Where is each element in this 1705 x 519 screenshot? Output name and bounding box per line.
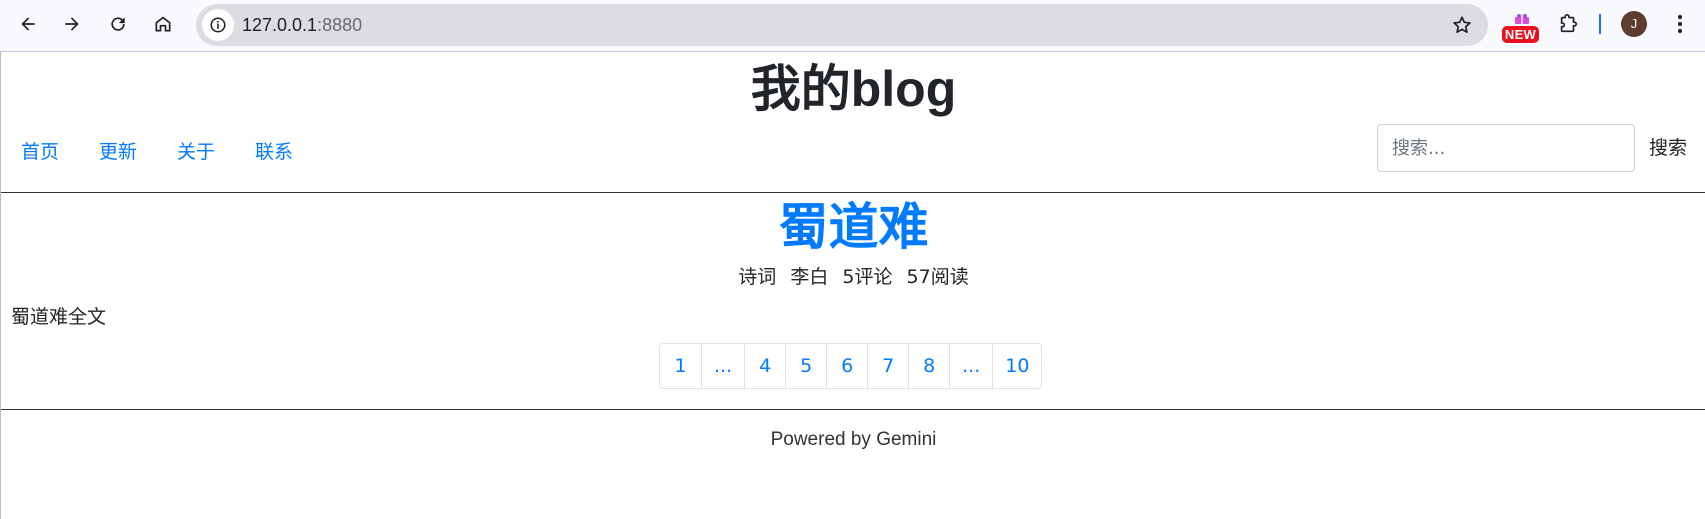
article-excerpt: 蜀道难全文 xyxy=(11,306,107,328)
page-link-1[interactable]: 1 xyxy=(660,344,701,388)
menu-dot-icon xyxy=(1678,15,1682,19)
article-comments: 5评论 xyxy=(842,266,893,288)
page-content: 我的blog 首页 更新 关于 联系 搜索 蜀道难 诗词 李白 5评论 57阅读… xyxy=(0,52,1705,519)
forward-arrow-icon xyxy=(65,17,79,31)
browser-toolbar: 127.0.0.1:8880 NEW J xyxy=(0,0,1705,52)
profile-avatar[interactable]: J xyxy=(1621,11,1647,37)
reload-icon xyxy=(111,17,125,31)
gift-icon xyxy=(1515,14,1529,24)
forward-button[interactable] xyxy=(54,6,90,42)
page-link-4[interactable]: 4 xyxy=(744,344,785,388)
search-input[interactable] xyxy=(1377,124,1635,172)
page-link-ellipsis[interactable]: ... xyxy=(949,344,992,388)
url-host: 127.0.0.1 xyxy=(242,15,318,35)
bookmark-button[interactable] xyxy=(1450,13,1474,37)
url-text[interactable]: 127.0.0.1:8880 xyxy=(242,4,362,46)
home-button[interactable] xyxy=(145,6,181,42)
article-title-link[interactable]: 蜀道难 xyxy=(779,198,929,256)
nav-link-about[interactable]: 关于 xyxy=(177,136,215,168)
page-link-ellipsis[interactable]: ... xyxy=(701,344,744,388)
address-bar[interactable]: 127.0.0.1:8880 xyxy=(196,4,1488,46)
info-icon xyxy=(210,17,226,33)
back-button[interactable] xyxy=(10,6,46,42)
page-link-10[interactable]: 10 xyxy=(992,344,1041,388)
main-nav: 首页 更新 关于 联系 xyxy=(21,136,293,168)
extension-new-button[interactable]: NEW xyxy=(1502,14,1540,43)
article-author: 李白 xyxy=(790,266,829,288)
pagination: 1 ... 4 5 6 7 8 ... 10 xyxy=(659,343,1043,389)
article-title: 蜀道难 xyxy=(1,194,1705,260)
page-link-7[interactable]: 7 xyxy=(867,344,908,388)
article-meta: 诗词 李白 5评论 57阅读 xyxy=(1,264,1705,290)
toolbar-divider xyxy=(1599,14,1601,34)
nav-link-updates[interactable]: 更新 xyxy=(99,136,137,168)
nav-link-contact[interactable]: 联系 xyxy=(255,136,293,168)
browser-menu-button[interactable] xyxy=(1670,10,1690,38)
page-link-5[interactable]: 5 xyxy=(785,344,826,388)
article-views: 57阅读 xyxy=(906,266,969,288)
star-icon xyxy=(1453,16,1471,33)
menu-dot-icon xyxy=(1678,29,1682,33)
puzzle-icon xyxy=(1560,14,1578,33)
article-category: 诗词 xyxy=(738,266,777,288)
new-badge: NEW xyxy=(1502,26,1539,43)
reload-button[interactable] xyxy=(100,6,136,42)
home-icon xyxy=(155,16,171,32)
extensions-button[interactable] xyxy=(1554,10,1582,38)
footer-divider xyxy=(1,409,1705,410)
search-button[interactable]: 搜索 xyxy=(1649,132,1687,164)
site-info-button[interactable] xyxy=(202,9,234,41)
header-divider xyxy=(1,192,1705,193)
menu-dot-icon xyxy=(1678,22,1682,26)
page-link-6[interactable]: 6 xyxy=(826,344,867,388)
site-title: 我的blog xyxy=(750,61,957,117)
back-arrow-icon xyxy=(21,17,35,31)
footer-text: Powered by Gemini xyxy=(770,429,937,450)
page-link-8[interactable]: 8 xyxy=(908,344,949,388)
url-port: :8880 xyxy=(317,15,363,35)
nav-link-home[interactable]: 首页 xyxy=(21,136,59,168)
